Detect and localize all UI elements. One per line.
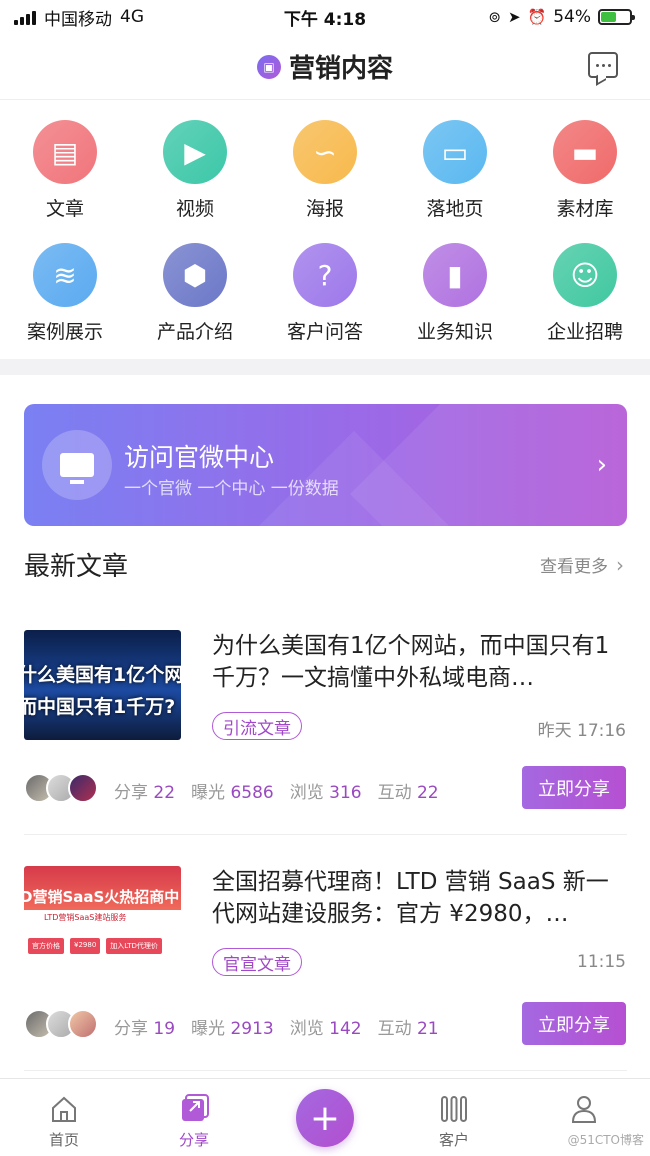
grid-item[interactable]: ▬ 素材库: [520, 120, 650, 221]
grid-item[interactable]: ? 客户问答: [260, 243, 390, 344]
page-title: ▣ 营销内容: [256, 48, 393, 85]
article-tag: 引流文章: [212, 712, 302, 740]
share-now-button[interactable]: 立即分享: [522, 1002, 626, 1045]
chevron-right-icon: ›: [616, 552, 624, 577]
customer-icon: [438, 1093, 470, 1125]
see-more-label: 查看更多: [540, 557, 608, 577]
avatar: [68, 773, 98, 803]
carrier-label: 中国移动: [44, 9, 112, 30]
tab-label: 首页: [48, 1131, 79, 1149]
divider: [24, 834, 627, 835]
signal-icon: [14, 9, 36, 25]
grid-item-label: 企业招聘: [546, 321, 623, 343]
article-stats: 分享 22 曝光 6586 浏览 316 互动 22: [114, 783, 439, 803]
battery-percent: 54%: [553, 7, 591, 27]
plus-icon: +: [309, 1097, 341, 1139]
see-more-link[interactable]: 查看更多 ›: [540, 552, 624, 578]
banner-subtitle: 一个官微 一个中心 一份数据: [124, 479, 339, 499]
grid-item-label: 案例展示: [26, 321, 103, 343]
plus-button[interactable]: +: [296, 1089, 354, 1147]
article-stats: 分享 19 曝光 2913 浏览 142 互动 21: [114, 1019, 439, 1039]
chevron-right-icon: ›: [596, 450, 607, 480]
divider: [24, 1070, 627, 1071]
grid-item-label: 业务知识: [416, 321, 493, 343]
avatar: [68, 1009, 98, 1039]
layers-icon: ≋: [33, 243, 97, 307]
alarm-icon: ⏰: [527, 8, 547, 26]
tab-share[interactable]: 分享: [154, 1079, 234, 1150]
grid-item[interactable]: ▭ 落地页: [390, 120, 520, 221]
tab-label: 客户: [438, 1131, 469, 1149]
battery-icon: [598, 9, 635, 25]
grid-item[interactable]: ☺ 企业招聘: [520, 243, 650, 344]
official-center-banner[interactable]: 访问官微中心 一个官微 一个中心 一份数据 ›: [24, 404, 627, 526]
grid-item-label: 产品介绍: [156, 321, 233, 343]
document-icon: ▤: [33, 120, 97, 184]
cube-icon: ⬢: [163, 243, 227, 307]
location-icon: ➤: [507, 8, 521, 26]
rotation-lock-icon: ⊚: [488, 8, 501, 26]
share-now-button[interactable]: 立即分享: [522, 766, 626, 809]
grid-item[interactable]: ▤ 文章: [0, 120, 130, 221]
grid-item[interactable]: ≋ 案例展示: [0, 243, 130, 344]
article-time: 昨天 17:16: [537, 721, 626, 741]
poster-icon: ∽: [293, 120, 357, 184]
person-card-icon: ☺: [553, 243, 617, 307]
grid-item-label: 素材库: [556, 198, 614, 220]
article-tag: 官宣文章: [212, 948, 302, 976]
status-bar: 中国移动 4G 下午 4:18 ⊚ ➤ ⏰ 54%: [0, 0, 650, 34]
share-icon: [178, 1093, 210, 1125]
network-label: 4G: [120, 7, 144, 27]
watermark: @51CTO博客: [567, 1133, 644, 1147]
browser-window-icon: ▭: [423, 120, 487, 184]
brand-logo-icon: ▣: [256, 54, 281, 79]
folder-icon: ▬: [553, 120, 617, 184]
article-title[interactable]: 为什么美国有1亿个网站，而中国只有1千万？一文搞懂中外私域电商…: [212, 630, 627, 694]
tab-customer[interactable]: 客户: [414, 1079, 494, 1150]
grid-item-label: 落地页: [426, 198, 484, 220]
article-thumbnail: D营销SaaS火热招商中 LTD营销SaaS建站服务 官方价格 ¥2980 加入LT…: [24, 866, 181, 976]
profile-icon: [569, 1093, 599, 1125]
tab-profile[interactable]: [544, 1079, 624, 1125]
article-time: 11:15: [577, 952, 626, 972]
home-icon: [49, 1093, 79, 1125]
tab-label: 分享: [178, 1131, 209, 1149]
grid-item[interactable]: ▮ 业务知识: [390, 243, 520, 344]
article-thumbnail: 什么美国有1亿个网 而中国只有1千万?: [24, 630, 181, 740]
sharer-avatars: [24, 1009, 98, 1039]
grid-item-label: 客户问答: [286, 321, 363, 343]
banner-title: 访问官微中心: [124, 443, 275, 472]
monitor-icon: [42, 430, 112, 500]
section-title: 最新文章: [24, 552, 129, 582]
grid-item-label: 文章: [45, 198, 84, 220]
content-type-grid: ▤ 文章 ▶ 视频 ∽ 海报 ▭ 落地页 ▬ 素材库 ≋ 案例展示 ⬢ 产品介绍? 客户问答 ▮ 业务知识 ☺ 企业…: [0, 120, 650, 344]
grid-item-label: 海报: [305, 198, 344, 220]
page-title-text: 营销内容: [288, 54, 393, 84]
grid-item[interactable]: ∽ 海报: [260, 120, 390, 221]
tab-home[interactable]: 首页: [24, 1079, 104, 1150]
grid-item[interactable]: ▶ 视频: [130, 120, 260, 221]
question-icon: ?: [293, 243, 357, 307]
article-title[interactable]: 全国招募代理商！LTD 营销 SaaS 新一代网站建设服务：官方 ¥2980，…: [212, 866, 627, 930]
message-bubble-icon[interactable]: [588, 52, 618, 78]
nav-bar: ▣ 营销内容: [0, 34, 650, 100]
sharer-avatars: [24, 773, 98, 803]
grid-item[interactable]: ⬢ 产品介绍: [130, 243, 260, 344]
book-icon: ▮: [423, 243, 487, 307]
play-icon: ▶: [163, 120, 227, 184]
grid-item-label: 视频: [175, 198, 214, 220]
tab-bar: 首页 分享 + 客户 @51CTO博客: [0, 1078, 650, 1156]
section-divider: [0, 359, 650, 375]
